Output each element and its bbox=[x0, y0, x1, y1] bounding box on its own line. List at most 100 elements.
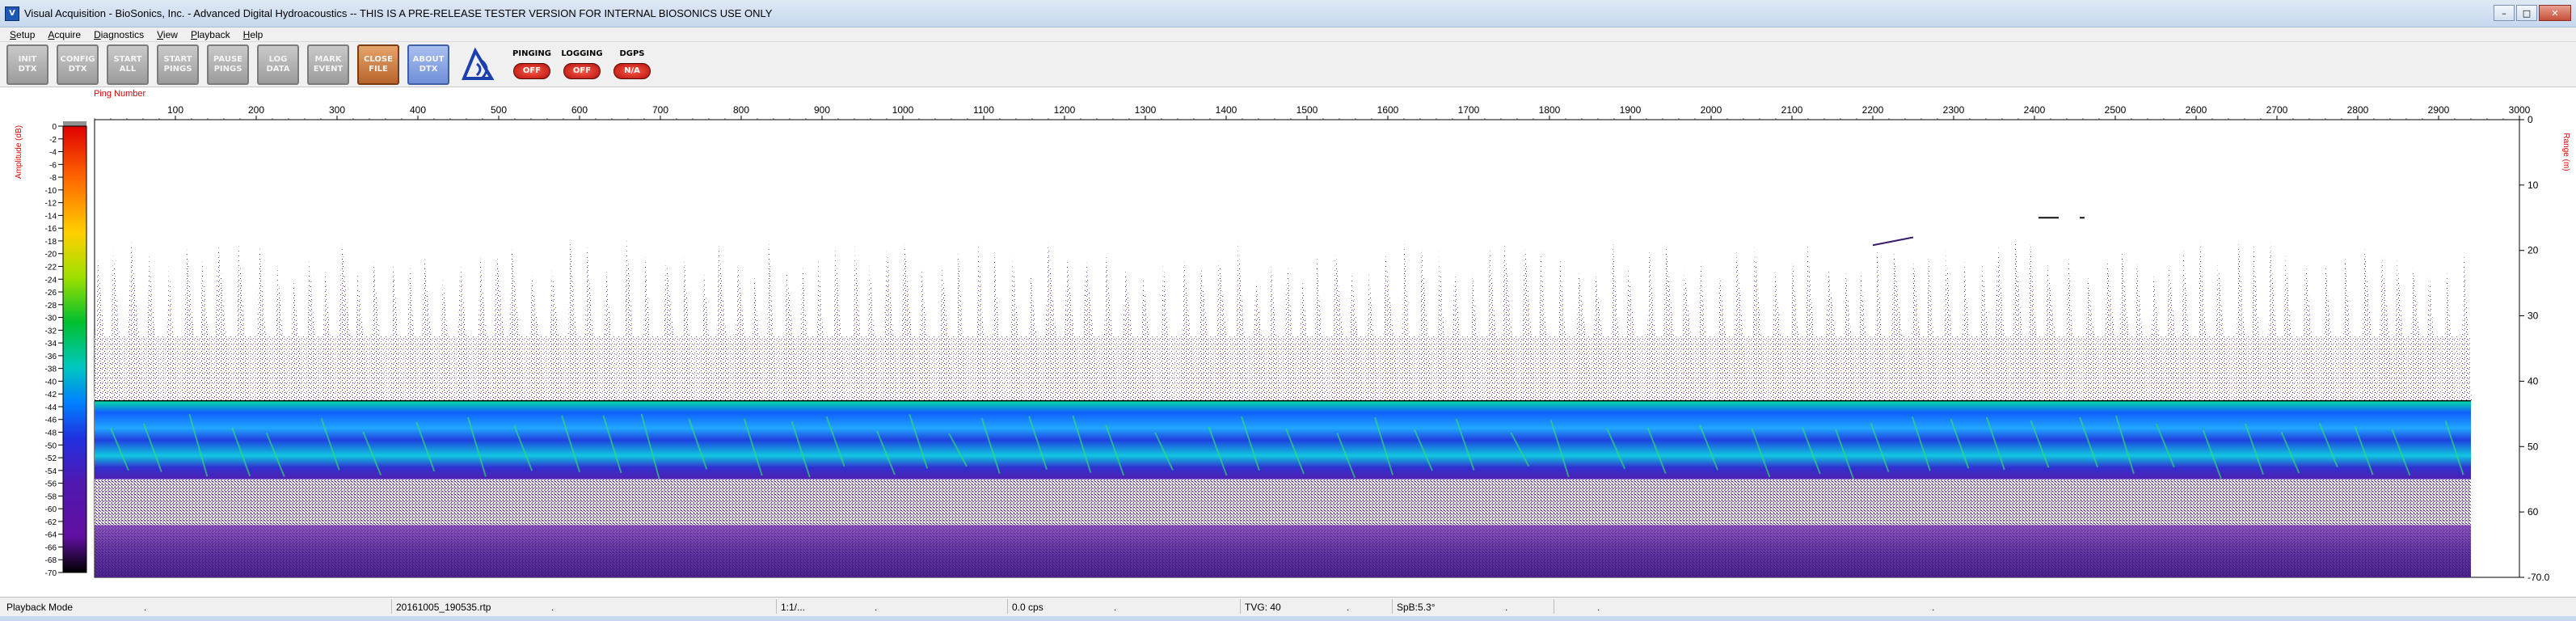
pause-pings-button[interactable]: PAUSE PINGS bbox=[207, 44, 249, 85]
menu-acquire[interactable]: Acquire bbox=[41, 29, 87, 40]
amplitude-tick-label: -46 bbox=[45, 416, 57, 425]
menu-help[interactable]: Help bbox=[237, 29, 270, 40]
x-tick-label: 2700 bbox=[2266, 104, 2288, 116]
color-scale-bar bbox=[62, 125, 87, 573]
range-tick-label: 10 bbox=[2528, 180, 2539, 191]
maximize-button[interactable]: □ bbox=[2516, 5, 2537, 21]
status-spb: SpB:5.3° bbox=[1397, 602, 1436, 613]
start-all-button[interactable]: START ALL bbox=[107, 44, 149, 85]
amplitude-tick-label: 0 bbox=[52, 123, 57, 132]
amplitude-tick-label: -32 bbox=[45, 327, 57, 336]
amplitude-tick-label: -12 bbox=[45, 200, 57, 209]
x-tick-label: 1700 bbox=[1458, 104, 1480, 116]
range-tick-label: 50 bbox=[2528, 441, 2539, 452]
menu-playback[interactable]: Playback bbox=[184, 29, 237, 40]
status-dot: . bbox=[1114, 602, 1117, 613]
amplitude-tick-label: -70 bbox=[45, 569, 57, 578]
dgps-status-badge: N/A bbox=[613, 62, 651, 79]
amplitude-tick-label: -42 bbox=[45, 391, 57, 399]
status-separator bbox=[1240, 599, 1241, 614]
amplitude-tick-label: -66 bbox=[45, 543, 57, 552]
status-dot: . bbox=[1347, 602, 1350, 613]
x-tick-label: 1600 bbox=[1377, 104, 1399, 116]
mark-event-button[interactable]: MARK EVENT bbox=[307, 44, 349, 85]
dgps-label: DGPS bbox=[619, 49, 645, 58]
x-tick-label: 2600 bbox=[2186, 104, 2207, 116]
status-dot: . bbox=[1932, 602, 1935, 613]
x-tick-label: 500 bbox=[491, 104, 507, 116]
config-dtx-button[interactable]: CONFIG DTX bbox=[57, 44, 99, 85]
window-title: Visual Acquisition - BioSonics, Inc. - A… bbox=[24, 7, 773, 19]
close-window-button[interactable]: ✕ bbox=[2539, 5, 2571, 21]
init-dtx-button[interactable]: INIT DTX bbox=[6, 44, 48, 85]
amplitude-tick-label: -36 bbox=[45, 353, 57, 361]
close-file-button[interactable]: CLOSE FILE bbox=[357, 44, 399, 85]
x-tick-label: 800 bbox=[733, 104, 749, 116]
app-icon: V bbox=[5, 6, 19, 21]
amplitude-tick-label: -14 bbox=[45, 212, 57, 221]
x-tick-label: 2400 bbox=[2024, 104, 2046, 116]
x-tick-label: 2300 bbox=[1943, 104, 1965, 116]
dgps-indicator: DGPS N/A bbox=[609, 44, 655, 85]
menu-view[interactable]: View bbox=[150, 29, 184, 40]
amplitude-axis-label: Amplitude (dB) bbox=[15, 125, 23, 179]
x-tick-label: 1300 bbox=[1135, 104, 1157, 116]
minimize-button[interactable]: – bbox=[2494, 5, 2515, 21]
amplitude-tick-label: -24 bbox=[45, 276, 57, 285]
range-tick-label: 40 bbox=[2528, 375, 2539, 387]
x-tick-label: 2000 bbox=[1701, 104, 1722, 116]
title-bar: V Visual Acquisition - BioSonics, Inc. -… bbox=[0, 0, 2576, 27]
status-separator bbox=[776, 599, 777, 614]
amplitude-tick-label: -20 bbox=[45, 251, 57, 260]
start-pings-button[interactable]: START PINGS bbox=[157, 44, 199, 85]
about-dtx-button[interactable]: ABOUT DTX bbox=[407, 44, 449, 85]
window-frame-bottom bbox=[0, 616, 2576, 621]
status-separator bbox=[1007, 599, 1008, 614]
amplitude-tick-label: -62 bbox=[45, 518, 57, 527]
amplitude-ticks: 0 -2 -4 -6 -8 -10 -12 -14 -16 -18 -20 -22 -24 -26 -28 -… bbox=[45, 123, 63, 578]
amplitude-tick-label: -68 bbox=[45, 556, 57, 565]
x-tick-label: 1200 bbox=[1054, 104, 1076, 116]
bottom-echo-band bbox=[95, 400, 2471, 479]
amplitude-tick-label: -60 bbox=[45, 505, 57, 514]
x-tick-label: 2500 bbox=[2105, 104, 2127, 116]
menu-diagnostics[interactable]: Diagnostics bbox=[87, 29, 150, 40]
x-tick-label: 300 bbox=[329, 104, 345, 116]
color-scale-cap bbox=[63, 121, 86, 126]
amplitude-tick-label: -38 bbox=[45, 365, 57, 374]
x-tick-label: 1400 bbox=[1216, 104, 1237, 116]
amplitude-tick-label: -26 bbox=[45, 289, 57, 298]
x-tick-label: 2900 bbox=[2428, 104, 2450, 116]
x-tick-label: 900 bbox=[814, 104, 830, 116]
status-separator bbox=[391, 599, 392, 614]
amplitude-tick-label: -28 bbox=[45, 302, 57, 310]
x-tick-label: 2100 bbox=[1781, 104, 1803, 116]
range-ticks: 0 10 20 30 40 50 60 -70.0 bbox=[2519, 114, 2550, 583]
amplitude-tick-label: -34 bbox=[45, 340, 57, 349]
status-separator bbox=[1392, 599, 1393, 614]
amplitude-tick-label: -44 bbox=[45, 403, 57, 412]
amplitude-tick-label: -40 bbox=[45, 378, 57, 387]
amplitude-tick-label: -8 bbox=[49, 174, 57, 183]
log-data-button[interactable]: LOG DATA bbox=[257, 44, 299, 85]
echogram-chart[interactable]: Amplitude (dB) 0 -2 -4 -6 -8 -10 -12 -14 -16 -18 -… bbox=[0, 87, 2576, 595]
x-tick-label: 400 bbox=[410, 104, 426, 116]
status-mode: Playback Mode bbox=[6, 602, 74, 613]
status-dot: . bbox=[144, 602, 147, 613]
amplitude-tick-label: -18 bbox=[45, 238, 57, 247]
amplitude-tick-label: -2 bbox=[49, 136, 57, 145]
status-file: 20161005_190535.rtp bbox=[396, 602, 491, 613]
status-dot: . bbox=[1597, 602, 1600, 613]
menu-setup[interactable]: Setup bbox=[3, 29, 41, 40]
status-cps: 0.0 cps bbox=[1012, 602, 1043, 613]
logging-label: LOGGING bbox=[561, 49, 603, 58]
window-controls: – □ ✕ bbox=[2494, 5, 2571, 21]
deep-layer bbox=[95, 525, 2471, 577]
amplitude-tick-label: -52 bbox=[45, 454, 57, 463]
status-ratio: 1:1/... bbox=[781, 602, 806, 613]
ping-number-ticks: 100 200 300 400 500 600 700 800 900 1000 1100 1200 1… bbox=[94, 104, 2531, 120]
amplitude-tick-label: -30 bbox=[45, 315, 57, 323]
x-tick-label: 1900 bbox=[1620, 104, 1642, 116]
status-dot: . bbox=[875, 602, 878, 613]
x-tick-label: 200 bbox=[248, 104, 264, 116]
